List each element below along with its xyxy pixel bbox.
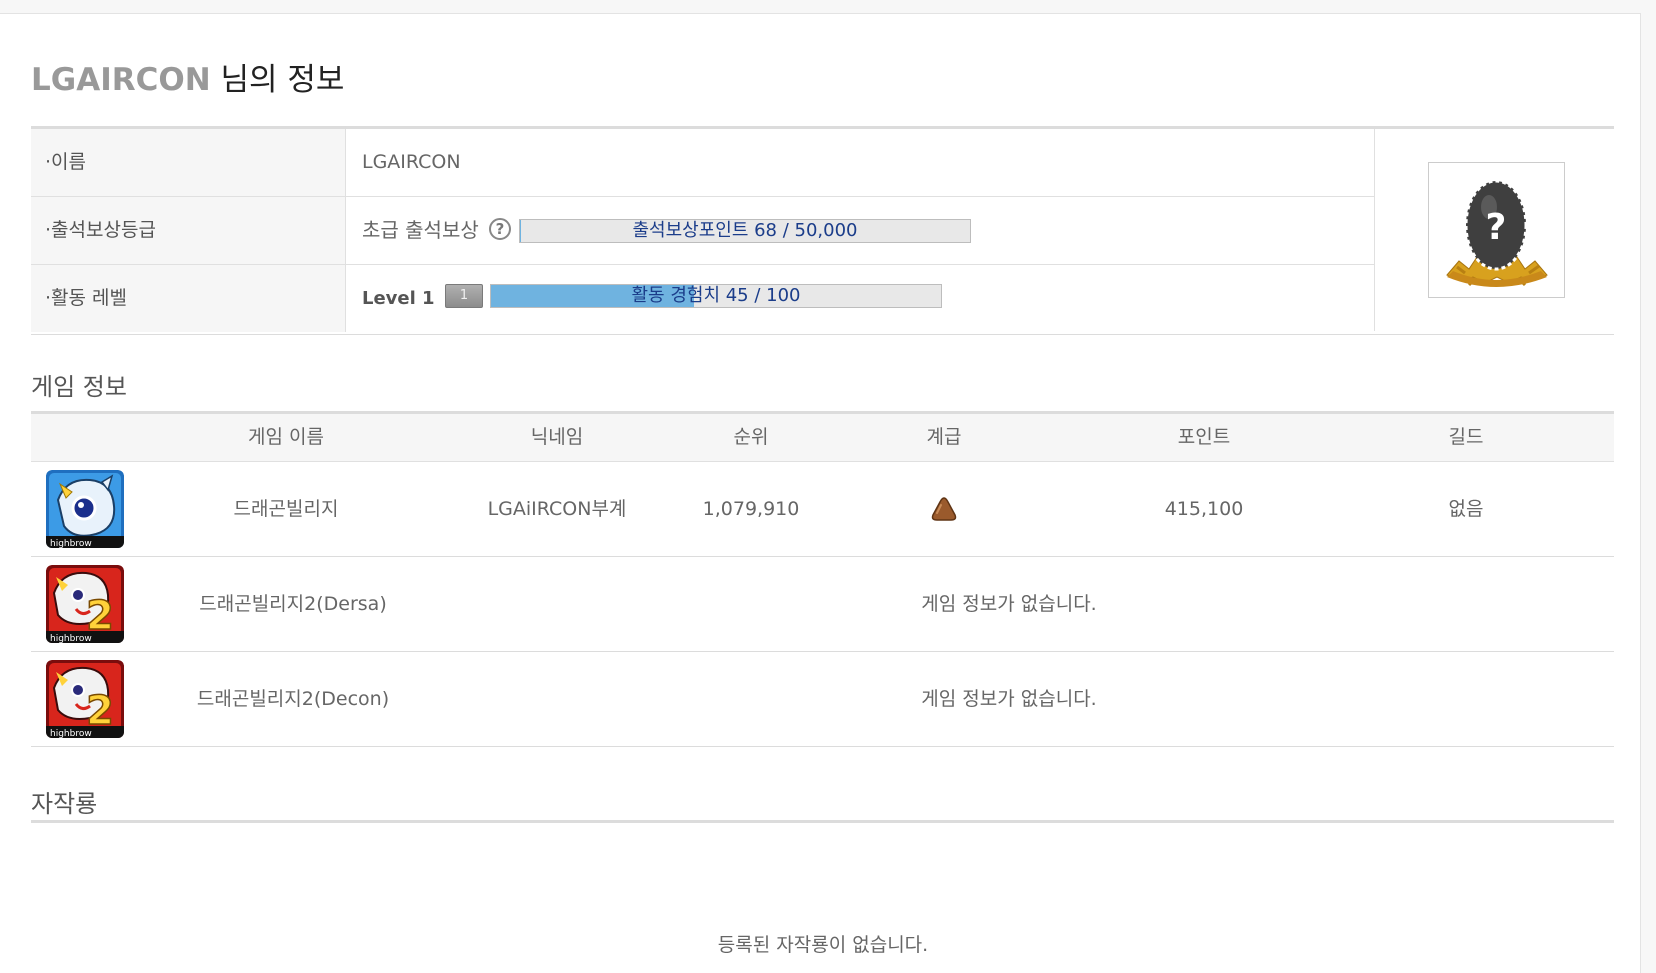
activity-label: ·활동 레벨: [31, 265, 346, 332]
game-points: 415,100: [1164, 498, 1244, 520]
header-points: 포인트: [1177, 426, 1231, 448]
profile-row-activity: ·활동 레벨 Level 1 1 활동 경험치 45 / 100: [31, 264, 1374, 332]
scrollbar-track[interactable]: [1640, 13, 1656, 973]
no-dragon-message: 등록된 자작룡이 없습니다.: [717, 934, 929, 956]
game-row: 2 highbrow 드래곤빌리지2(Dersa) 게임 정보가 없습니다.: [31, 557, 1614, 652]
help-icon[interactable]: ?: [489, 218, 511, 240]
game-name: 드래곤빌리지2(Dersa): [199, 593, 387, 615]
header-rank: 순위: [733, 426, 769, 448]
attendance-grade: 초급 출석보상: [362, 218, 479, 242]
name-value: LGAIRCON: [362, 151, 461, 173]
attendance-progress-bar: 출석보상포인트 68 / 50,000: [519, 219, 971, 243]
dragon-village-icon[interactable]: highbrow: [46, 470, 124, 548]
top-bar: [0, 0, 1656, 14]
exp-progress-bar: 활동 경험치 45 / 100: [490, 284, 942, 308]
game-row: highbrow 드래곤빌리지 LGAiIRCON부계 1,079,910 41…: [31, 462, 1614, 557]
profile-table: ·이름 LGAIRCON ·출석보상등급 초급 출석보상 ? 출석보상포인트 6…: [31, 126, 1614, 335]
page-title-suffix: 님의 정보: [220, 62, 345, 98]
page-title-username: LGAIRCON: [31, 62, 211, 98]
mystery-egg-icon: ?: [1446, 179, 1548, 287]
game-rank: 1,079,910: [702, 498, 800, 520]
svg-text:highbrow: highbrow: [50, 539, 92, 548]
game-nickname: LGAiIRCON부계: [487, 498, 627, 520]
game-table-header: 게임 이름 닉네임 순위 계급 포인트 길드: [31, 414, 1614, 462]
game-name: 드래곤빌리지2(Decon): [196, 688, 390, 710]
name-label: ·이름: [31, 129, 346, 196]
page-title: LGAIRCON 님의 정보: [31, 54, 344, 99]
profile-row-attendance: ·출석보상등급 초급 출석보상 ? 출석보상포인트 68 / 50,000: [31, 196, 1374, 264]
attendance-progress-text: 출석보상포인트 68 / 50,000: [632, 220, 858, 241]
exp-progress-text: 활동 경험치 45 / 100: [631, 285, 801, 306]
svg-text:highbrow: highbrow: [50, 634, 92, 643]
dragon-section-title: 자작룡: [31, 790, 98, 818]
level-text: Level 1: [362, 288, 435, 309]
level-badge: 1: [445, 284, 483, 308]
no-game-info-message: 게임 정보가 없습니다.: [921, 688, 1097, 710]
game-row: 2 highbrow 드래곤빌리지2(Decon) 게임 정보가 없습니다.: [31, 652, 1614, 747]
attendance-label: ·출석보상등급: [31, 197, 346, 264]
svg-text:highbrow: highbrow: [50, 729, 92, 738]
dragon-section-divider: [31, 820, 1614, 823]
avatar-cell: ?: [1374, 129, 1615, 331]
game-name: 드래곤빌리지: [233, 498, 339, 520]
svg-text:?: ?: [1486, 207, 1507, 248]
profile-row-name: ·이름 LGAIRCON: [31, 129, 1374, 196]
dragon-village-2-icon[interactable]: 2 highbrow: [46, 660, 124, 738]
header-nickname: 닉네임: [530, 426, 584, 448]
no-game-info-message: 게임 정보가 없습니다.: [921, 593, 1097, 615]
brown-rank-icon: [931, 497, 957, 521]
game-guild: 없음: [1448, 498, 1484, 520]
header-game-name: 게임 이름: [248, 426, 324, 448]
header-guild: 길드: [1448, 426, 1484, 448]
game-info-table: 게임 이름 닉네임 순위 계급 포인트 길드 highbrow 드래곤빌리지 L…: [31, 411, 1614, 747]
dragon-village-2-icon[interactable]: 2 highbrow: [46, 565, 124, 643]
header-grade: 계급: [926, 426, 962, 448]
avatar[interactable]: ?: [1428, 162, 1565, 298]
game-info-title: 게임 정보: [31, 373, 127, 401]
